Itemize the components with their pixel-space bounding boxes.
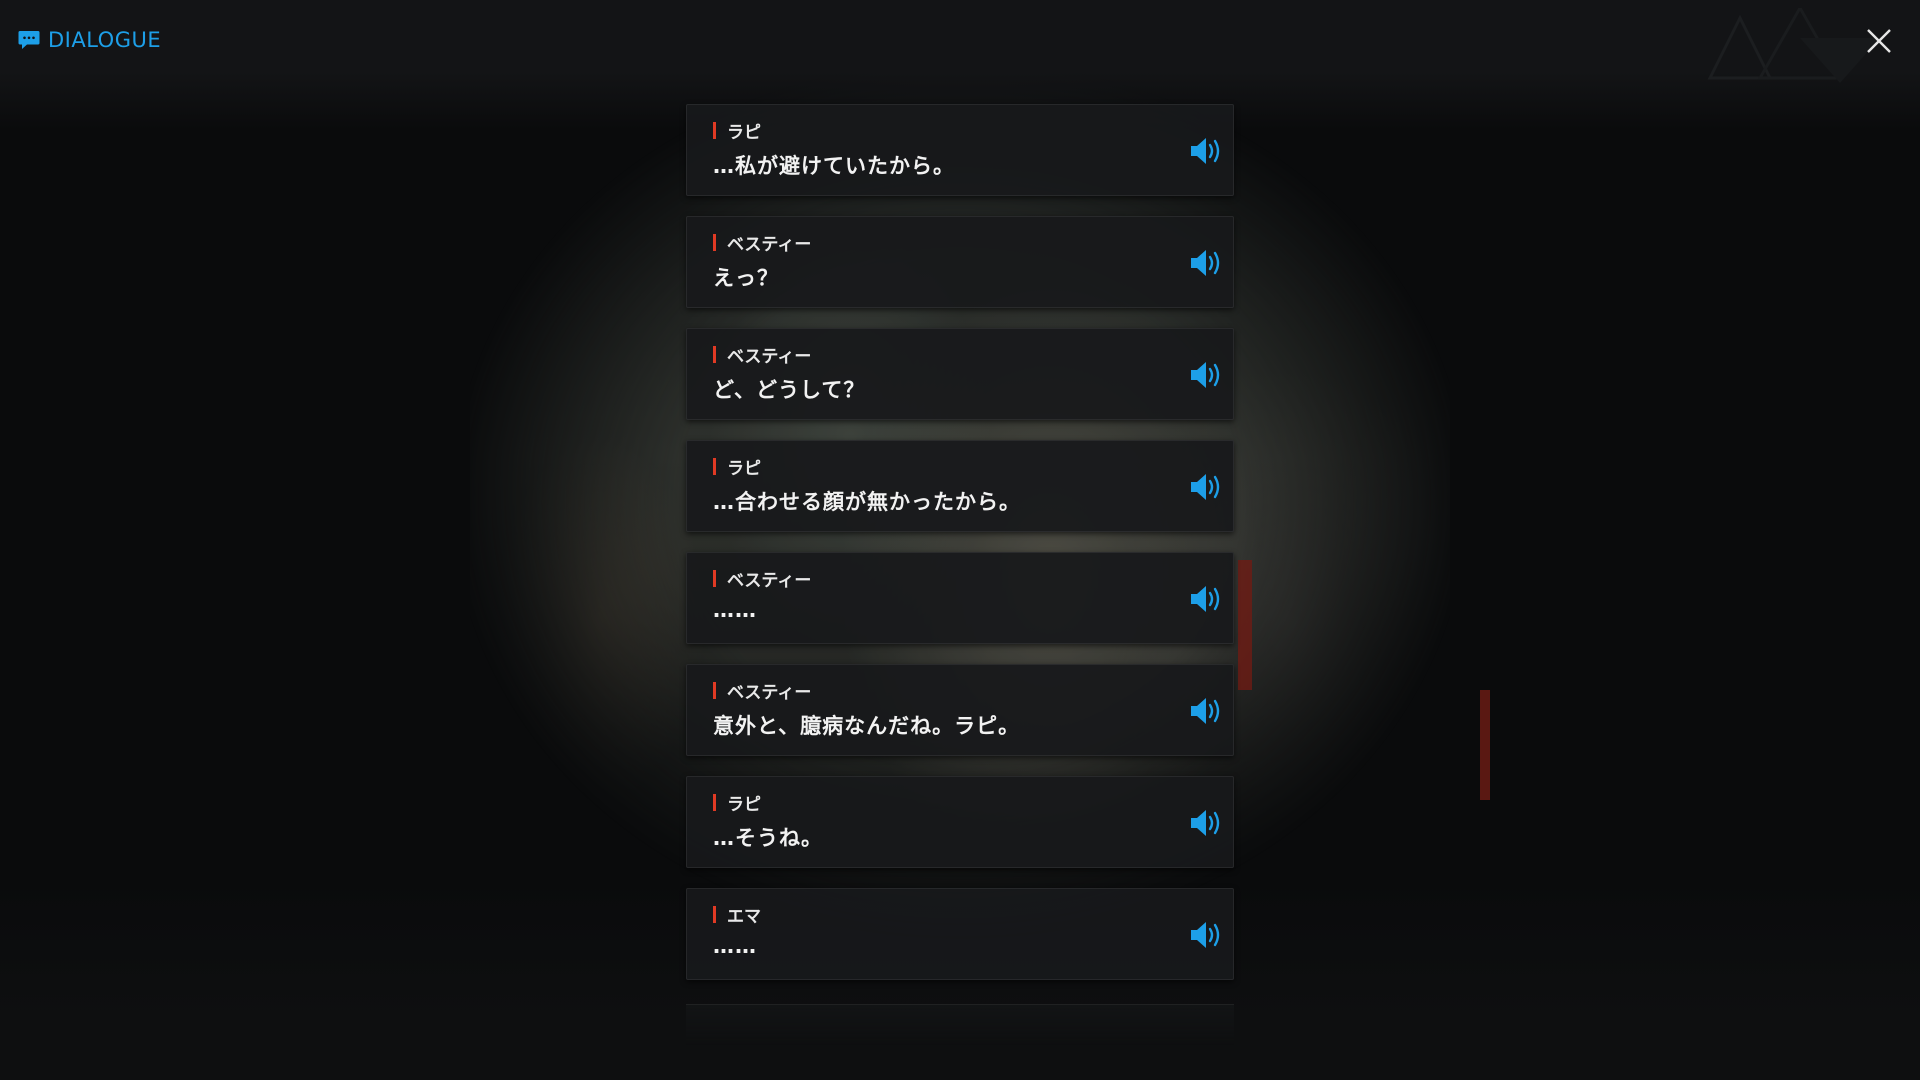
dialogue-entry: ラピ …合わせる顔が無かったから。 bbox=[686, 440, 1234, 532]
dialogue-entry: ベスティー 意外と、臆病なんだね。ラピ。 bbox=[686, 664, 1234, 756]
speaker-name: ベスティー bbox=[727, 346, 812, 367]
dialogue-text: ど、どうして？ bbox=[713, 378, 866, 402]
speaker-label: ラピ bbox=[713, 792, 761, 815]
speaker-label: エマ bbox=[713, 904, 761, 927]
speaker-icon bbox=[1191, 698, 1220, 724]
speaker-marker bbox=[713, 345, 716, 363]
speaker-name: ラピ bbox=[727, 458, 761, 479]
speaker-label: ベスティー bbox=[713, 344, 812, 367]
speaker-icon bbox=[1191, 586, 1220, 612]
speaker-icon bbox=[1191, 138, 1220, 164]
speaker-marker bbox=[713, 121, 716, 139]
dialogue-text: …… bbox=[713, 934, 757, 958]
speaker-name: エマ bbox=[727, 906, 761, 927]
dialogue-entry: ラピ …そうね。 bbox=[686, 776, 1234, 868]
voice-play-button[interactable] bbox=[1189, 583, 1225, 615]
speaker-marker bbox=[713, 457, 716, 475]
dialogue-text: …… bbox=[713, 598, 757, 622]
speaker-label: ベスティー bbox=[713, 680, 812, 703]
corner-decoration bbox=[1707, 8, 1880, 83]
close-icon bbox=[1867, 29, 1891, 53]
speaker-icon bbox=[1191, 922, 1220, 948]
voice-play-button[interactable] bbox=[1189, 919, 1225, 951]
dialogue-text: 意外と、臆病なんだね。ラピ。 bbox=[713, 714, 1021, 738]
close-button[interactable] bbox=[1862, 24, 1896, 58]
voice-play-button[interactable] bbox=[1189, 807, 1225, 839]
dialogue-entry-partial bbox=[686, 1004, 1234, 1045]
dialogue-text: …そうね。 bbox=[713, 826, 823, 850]
dialogue-entry: エマ …… bbox=[686, 888, 1234, 980]
dialogue-entry: ラピ …私が避けていたから。 bbox=[686, 104, 1234, 196]
speaker-marker bbox=[713, 793, 716, 811]
speaker-marker bbox=[713, 233, 716, 251]
dialogue-entry: ベスティー えっ？ bbox=[686, 216, 1234, 308]
dialogue-list[interactable]: ラピ …私が避けていたから。 ベスティー えっ？ ベスティー ど、どうして？ ラ… bbox=[686, 104, 1234, 1000]
voice-play-button[interactable] bbox=[1189, 471, 1225, 503]
background-red-accent bbox=[1480, 690, 1490, 800]
dialogue-log-screen: DIALOGUE ラピ …私が避けていたから。 ベスティー えっ？ ベスティー … bbox=[0, 0, 1920, 1080]
speaker-marker bbox=[713, 569, 716, 587]
dialogue-text: …私が避けていたから。 bbox=[713, 154, 955, 178]
speaker-icon bbox=[1191, 474, 1220, 500]
voice-play-button[interactable] bbox=[1189, 695, 1225, 727]
speaker-label: ラピ bbox=[713, 120, 761, 143]
speaker-name: ベスティー bbox=[727, 682, 812, 703]
dialogue-text: …合わせる顔が無かったから。 bbox=[713, 490, 1021, 514]
speaker-marker bbox=[713, 905, 716, 923]
speaker-icon bbox=[1191, 810, 1220, 836]
dialogue-entry: ベスティー ど、どうして？ bbox=[686, 328, 1234, 420]
dialogue-header: DIALOGUE bbox=[18, 26, 161, 54]
speaker-name: ラピ bbox=[727, 794, 761, 815]
speaker-name: ラピ bbox=[727, 122, 761, 143]
dialogue-text: えっ？ bbox=[713, 266, 779, 290]
speaker-name: ベスティー bbox=[727, 234, 812, 255]
background-red-accent bbox=[1238, 560, 1252, 690]
speaker-marker bbox=[713, 681, 716, 699]
speaker-label: ラピ bbox=[713, 456, 761, 479]
voice-play-button[interactable] bbox=[1189, 135, 1225, 167]
speaker-icon bbox=[1191, 250, 1220, 276]
speaker-label: ベスティー bbox=[713, 232, 812, 255]
voice-play-button[interactable] bbox=[1189, 247, 1225, 279]
speaker-label: ベスティー bbox=[713, 568, 812, 591]
voice-play-button[interactable] bbox=[1189, 359, 1225, 391]
speaker-name: ベスティー bbox=[727, 570, 812, 591]
speaker-icon bbox=[1191, 362, 1220, 388]
dialogue-entry: ベスティー …… bbox=[686, 552, 1234, 644]
chat-bubble-icon bbox=[18, 31, 40, 49]
page-title: DIALOGUE bbox=[48, 28, 162, 52]
